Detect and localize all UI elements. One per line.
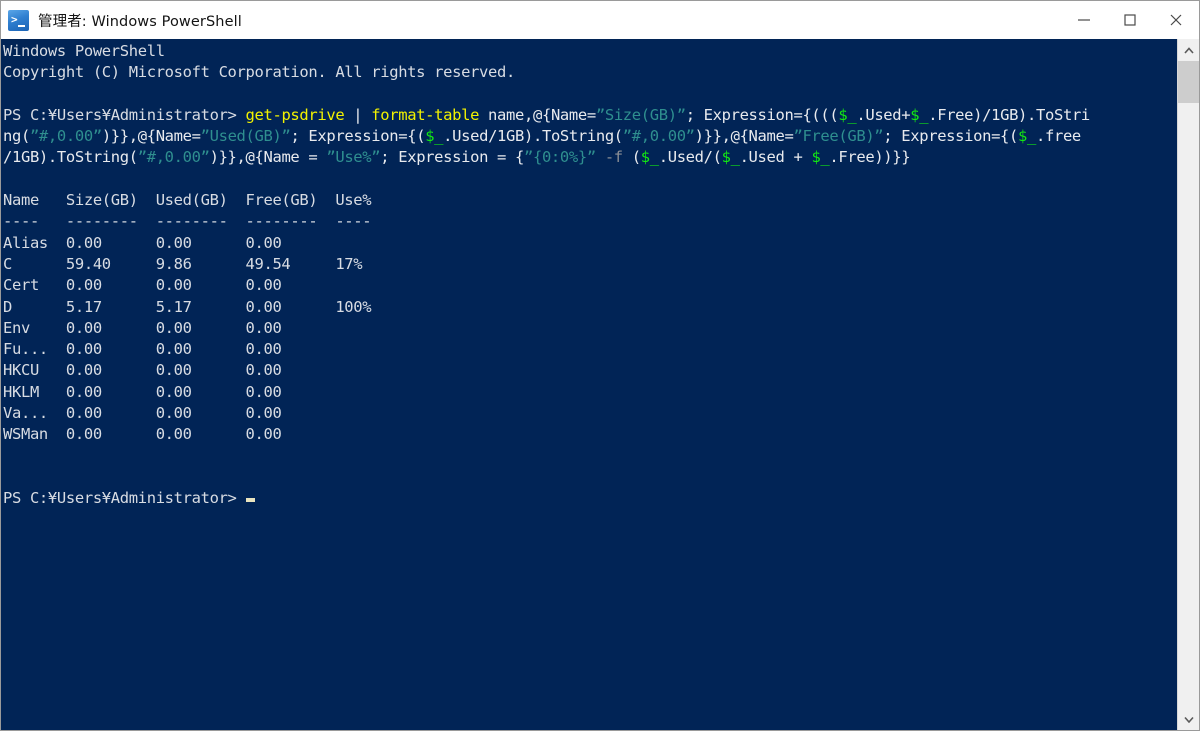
command-token: )}},@{Name = bbox=[209, 148, 327, 167]
scroll-up-button[interactable] bbox=[1178, 39, 1199, 61]
scrollbar-thumb[interactable] bbox=[1178, 61, 1199, 103]
table-row: Env 0.00 0.00 0.00 bbox=[3, 318, 336, 337]
command-token: ; Expression={( bbox=[290, 127, 426, 146]
table-row: C 59.40 9.86 49.54 17% bbox=[3, 254, 363, 273]
command-token: .free bbox=[1036, 127, 1081, 146]
powershell-window: > 管理者: Windows PowerShell Windows PowerS… bbox=[0, 0, 1200, 731]
command-token: ”Use%” bbox=[326, 148, 381, 167]
command-token: -f bbox=[595, 148, 623, 167]
command-token: | bbox=[344, 105, 372, 124]
spacer-line-4 bbox=[3, 467, 1177, 488]
command-token: ( bbox=[622, 148, 641, 167]
maximize-icon bbox=[1124, 14, 1136, 26]
table-rows: Alias 0.00 0.00 0.00 C 59.40 9.86 49.54 … bbox=[3, 233, 1177, 446]
scroll-down-button[interactable] bbox=[1178, 708, 1199, 730]
close-button[interactable] bbox=[1153, 1, 1199, 39]
command-token: $_ bbox=[811, 148, 830, 167]
command-token: /1GB).ToString( bbox=[3, 148, 138, 167]
command-token: ; Expression={( bbox=[883, 127, 1019, 146]
command-token: .Used + bbox=[739, 148, 812, 167]
command-token: @{Name= bbox=[532, 105, 596, 124]
table-row: D 5.17 5.17 0.00 100% bbox=[3, 297, 372, 316]
final-prompt-line: PS C:¥Users¥Administrator> bbox=[3, 488, 1177, 509]
spacer-line-3 bbox=[3, 446, 1177, 467]
spacer-line-1 bbox=[3, 84, 1177, 105]
command-token: ”Free(GB)” bbox=[793, 127, 884, 146]
vertical-scrollbar[interactable] bbox=[1177, 39, 1199, 730]
command-token: )}},@{Name= bbox=[694, 127, 794, 146]
command-token: ”#,0.00” bbox=[622, 127, 695, 146]
prompt-underscore-glyph bbox=[18, 24, 25, 27]
powershell-icon: > bbox=[8, 9, 29, 31]
command-token: .Free)/1GB).ToStri bbox=[928, 105, 1090, 124]
scrollbar-track[interactable] bbox=[1178, 61, 1199, 708]
table-row: Alias 0.00 0.00 0.00 bbox=[3, 233, 336, 252]
command-token: ”Used(GB)” bbox=[200, 127, 291, 146]
command-token: $_ bbox=[838, 105, 857, 124]
chevron-up-icon bbox=[1183, 46, 1194, 54]
command-token: ; Expression = { bbox=[380, 148, 524, 167]
command-line-3: /1GB).ToString(”#,0.00”)}},@{Name = ”Use… bbox=[3, 147, 1177, 168]
table-row: WSMan 0.00 0.00 0.00 bbox=[3, 425, 336, 444]
window-title: 管理者: Windows PowerShell bbox=[38, 13, 242, 30]
command-line-2: ng(”#,0.00”)}},@{Name=”Used(GB)”; Expres… bbox=[3, 126, 1177, 147]
command-token: $_ bbox=[721, 148, 740, 167]
prompt-chevron-glyph: > bbox=[11, 12, 18, 26]
table-header: Name Size(GB) Used(GB) Free(GB) Use% bbox=[3, 191, 372, 210]
command-token: ; Expression={((( bbox=[685, 105, 839, 124]
command-token: get-psdrive bbox=[245, 105, 345, 124]
banner-line-1: Windows PowerShell bbox=[3, 42, 165, 60]
table-row: HKLM 0.00 0.00 0.00 bbox=[3, 382, 336, 401]
command-token: format-table bbox=[371, 105, 480, 124]
close-icon bbox=[1170, 14, 1182, 26]
command-token: $_ bbox=[425, 127, 444, 146]
command-token: ng( bbox=[3, 127, 30, 146]
title-bar[interactable]: > 管理者: Windows PowerShell bbox=[1, 1, 1199, 39]
command-token: .Used/( bbox=[658, 148, 722, 167]
minimize-icon bbox=[1078, 19, 1090, 21]
table-row: Cert 0.00 0.00 0.00 bbox=[3, 276, 336, 295]
command-token: ”{0:0%}” bbox=[523, 148, 596, 167]
command-token: ”#,0.00” bbox=[137, 148, 210, 167]
command-token: $_ bbox=[1018, 127, 1036, 146]
minimize-button[interactable] bbox=[1061, 1, 1107, 39]
command-token: $_ bbox=[640, 148, 659, 167]
command-token: ”Size(GB)” bbox=[595, 105, 686, 124]
maximize-button[interactable] bbox=[1107, 1, 1153, 39]
console-output[interactable]: Windows PowerShell Copyright (C) Microso… bbox=[1, 39, 1177, 730]
text-cursor bbox=[245, 498, 255, 503]
table-row: Fu... 0.00 0.00 0.00 bbox=[3, 340, 336, 359]
command-token: $_ bbox=[910, 105, 929, 124]
table-row: HKCU 0.00 0.00 0.00 bbox=[3, 361, 336, 380]
window-controls bbox=[1061, 1, 1199, 39]
command-line-1: PS C:¥Users¥Administrator> get-psdrive |… bbox=[3, 105, 1177, 126]
table-row: Va... 0.00 0.00 0.00 bbox=[3, 404, 336, 423]
banner-line-2: Copyright (C) Microsoft Corporation. All… bbox=[3, 63, 515, 82]
final-prompt-text: PS C:¥Users¥Administrator> bbox=[3, 489, 246, 508]
console-area: Windows PowerShell Copyright (C) Microso… bbox=[1, 39, 1199, 730]
table-separator: ---- -------- -------- -------- ---- bbox=[3, 212, 372, 231]
command-token: ”#,0.00” bbox=[29, 127, 102, 146]
command-token: .Used+ bbox=[856, 105, 911, 124]
command-token: name, bbox=[479, 105, 533, 124]
command-token: PS C:¥Users¥Administrator> bbox=[3, 105, 246, 124]
command-token: )}},@{Name= bbox=[101, 127, 201, 146]
command-token: .Free))}} bbox=[829, 148, 911, 167]
spacer-line-2 bbox=[3, 169, 1177, 190]
command-token: .Used/1GB).ToString( bbox=[443, 127, 623, 146]
chevron-down-icon bbox=[1183, 716, 1194, 723]
